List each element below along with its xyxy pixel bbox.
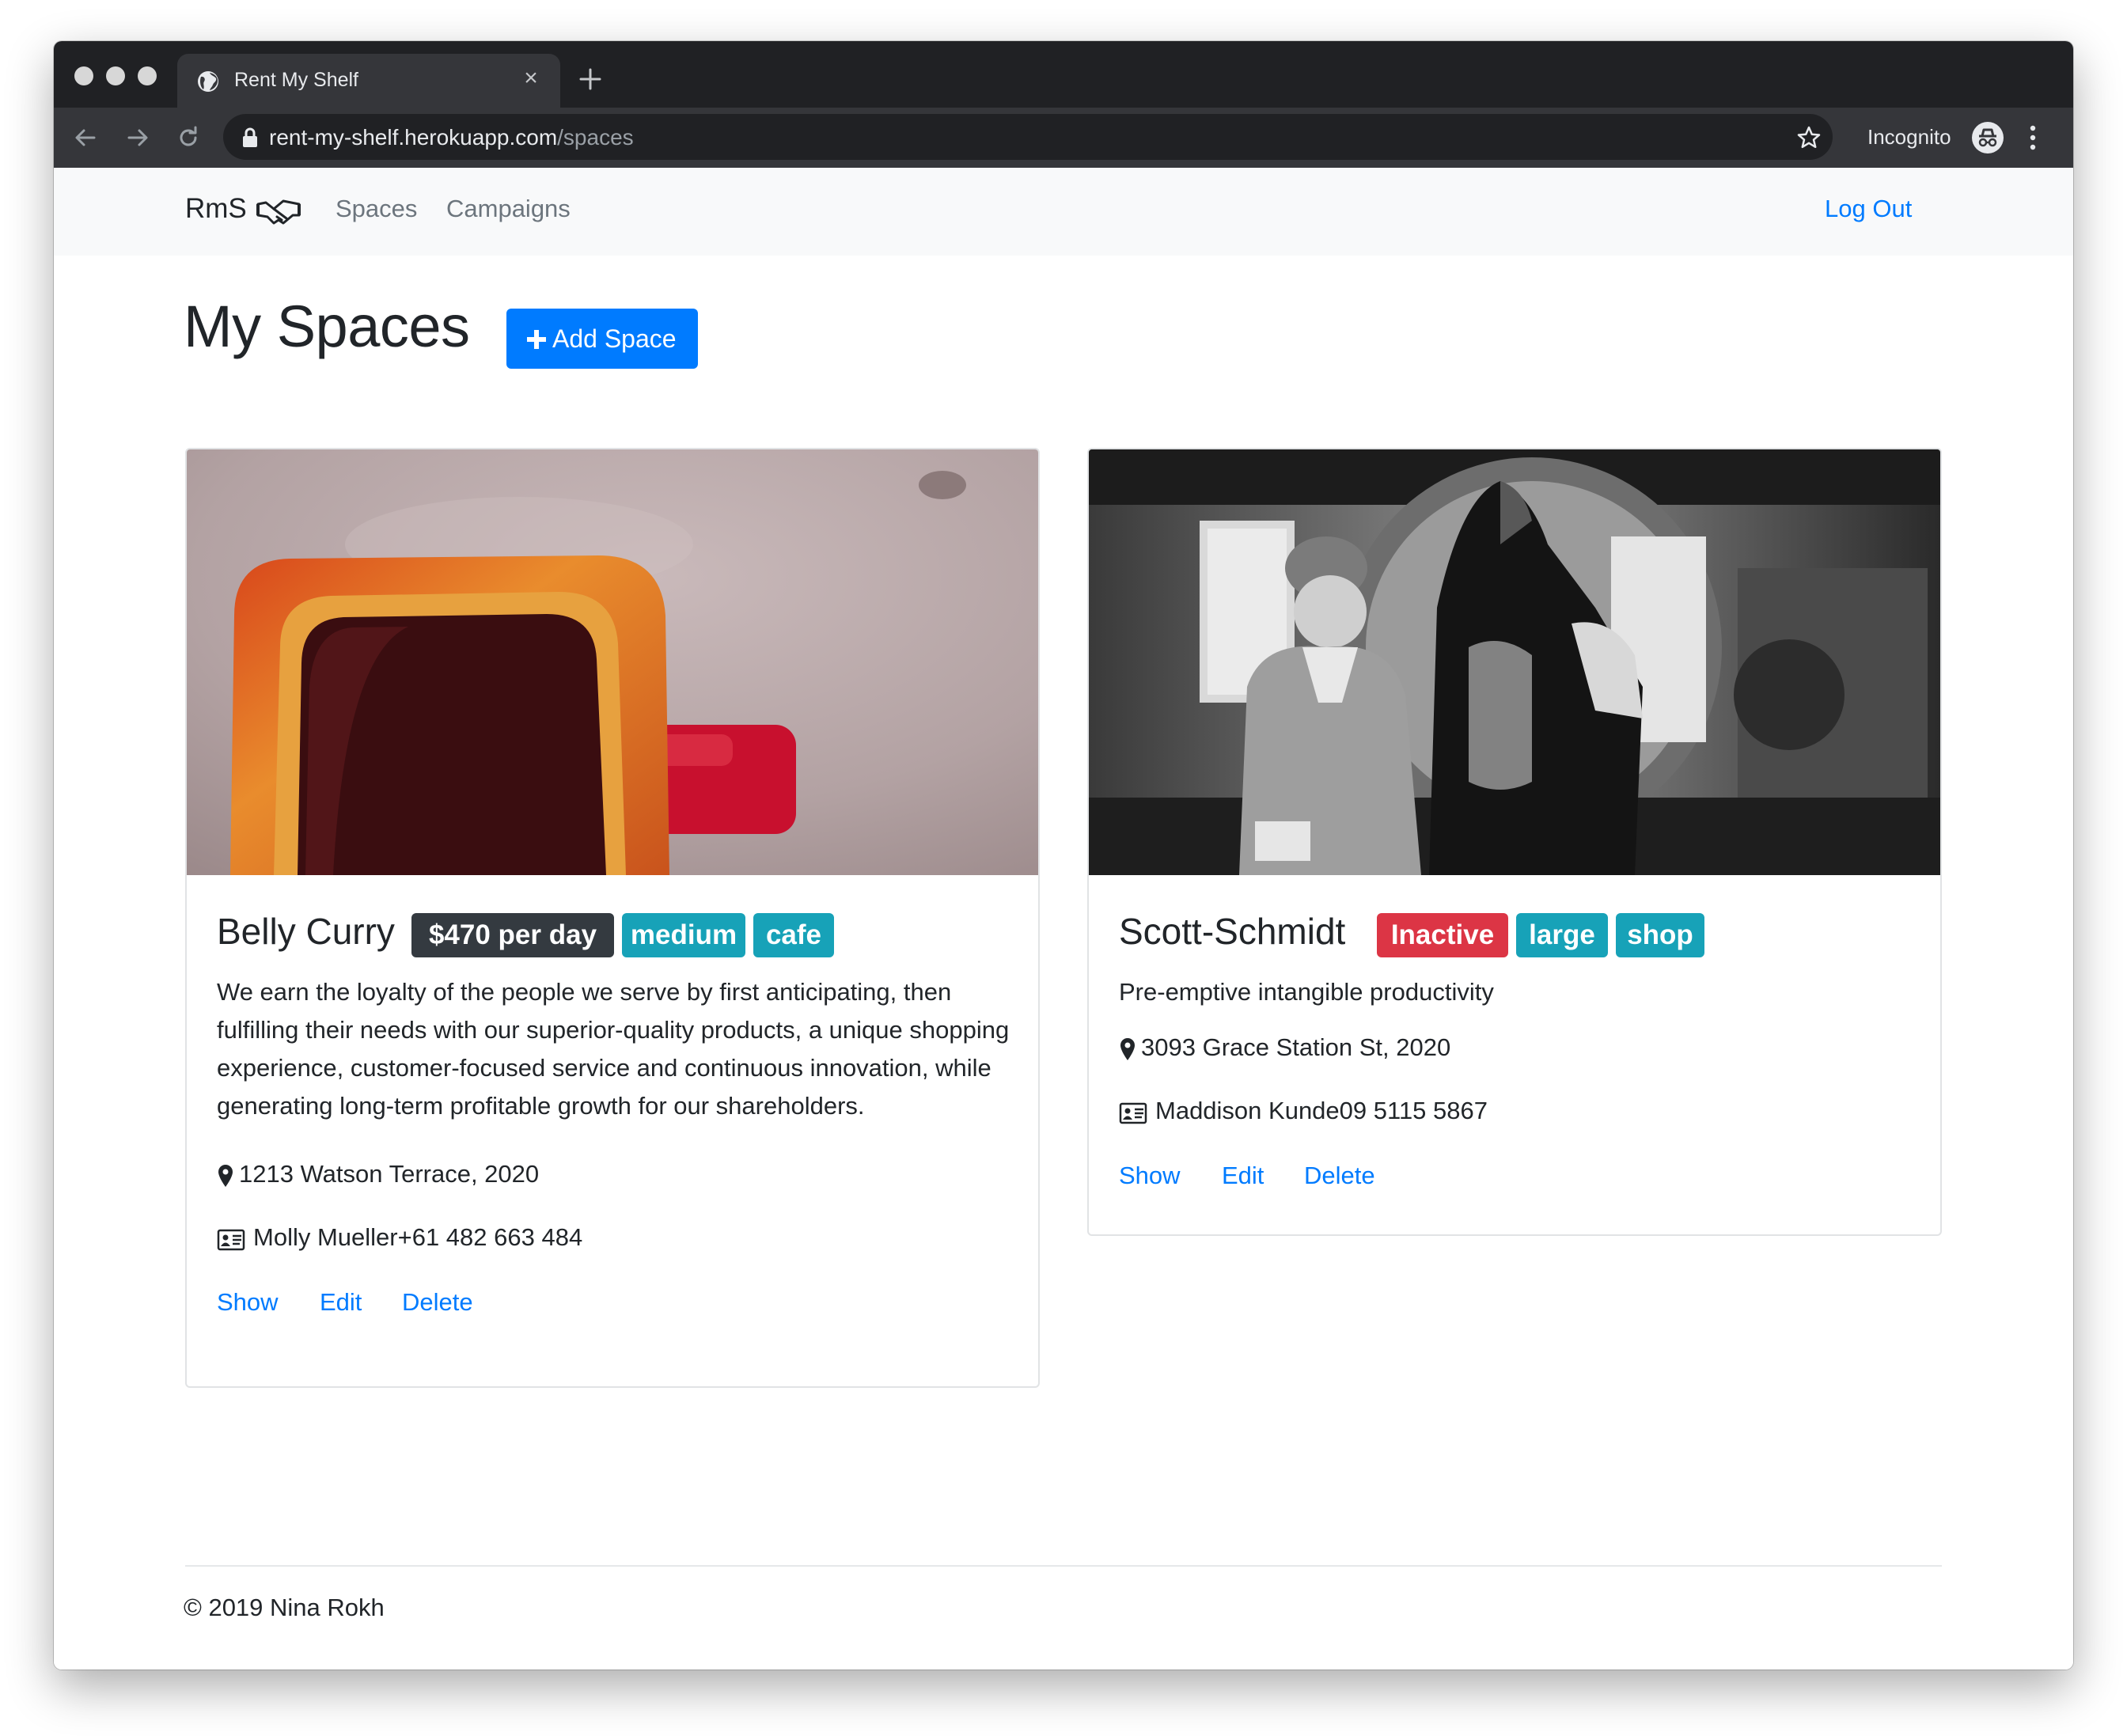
map-marker-icon	[218, 1165, 233, 1187]
space-title: Belly Curry	[217, 911, 395, 952]
window-zoom-button[interactable]	[138, 66, 157, 85]
tab-strip: Rent My Shelf ×	[54, 41, 2073, 108]
url-host: rent-my-shelf.herokuapp.com	[269, 125, 558, 150]
show-link[interactable]: Show	[217, 1288, 279, 1317]
tab-title: Rent My Shelf	[234, 69, 359, 91]
size-badge: medium	[622, 913, 745, 957]
brand-link[interactable]: RmS	[185, 193, 247, 225]
bookmark-star-icon[interactable]	[1796, 125, 1822, 150]
space-card: Belly Curry $470 per day medium cafe We …	[185, 448, 1040, 1388]
browser-toolbar: rent-my-shelf.herokuapp.com/spaces Incog…	[54, 108, 2073, 168]
space-image	[187, 449, 1038, 875]
space-card: Scott-Schmidt Inactive large shop Pre-em…	[1087, 448, 1942, 1236]
nav-link-campaigns[interactable]: Campaigns	[446, 195, 571, 223]
show-link[interactable]: Show	[1119, 1162, 1181, 1190]
new-tab-icon[interactable]	[576, 65, 605, 93]
nav-link-spaces[interactable]: Spaces	[336, 195, 417, 223]
back-icon[interactable]	[73, 125, 98, 150]
space-description: Pre-emptive intangible productivity	[1119, 978, 1494, 1006]
browser-menu-icon[interactable]	[2027, 123, 2038, 152]
site-navbar: RmS Spaces Campaigns Log Out	[54, 168, 2073, 256]
space-address: 1213 Watson Terrace, 2020	[239, 1160, 540, 1188]
space-description: We earn the loyalty of the people we ser…	[217, 978, 1010, 1120]
edit-link[interactable]: Edit	[1222, 1162, 1264, 1190]
space-image	[1089, 449, 1940, 875]
forward-icon[interactable]	[125, 125, 150, 150]
window-minimize-button[interactable]	[106, 66, 125, 85]
category-badge: shop	[1616, 913, 1704, 957]
browser-tab[interactable]: Rent My Shelf ×	[177, 54, 560, 108]
reload-icon[interactable]	[176, 125, 201, 150]
id-card-icon	[217, 1229, 245, 1251]
incognito-icon[interactable]	[1972, 122, 2004, 154]
status-badge: Inactive	[1377, 913, 1508, 957]
browser-window: Rent My Shelf × rent-my-shelf.herokuapp.…	[54, 41, 2073, 1670]
footer-copyright: © 2019 Nina Rokh	[184, 1594, 385, 1621]
handshake-icon[interactable]	[256, 196, 301, 228]
incognito-label: Incognito	[1867, 125, 1951, 149]
size-badge: large	[1516, 913, 1608, 957]
url-text: rent-my-shelf.herokuapp.com/spaces	[269, 125, 634, 150]
tab-close-icon[interactable]: ×	[519, 66, 543, 90]
delete-link[interactable]: Delete	[402, 1288, 473, 1317]
footer-divider	[185, 1565, 1942, 1567]
url-path: /spaces	[557, 125, 634, 150]
space-address: 3093 Grace Station St, 2020	[1141, 1033, 1451, 1061]
category-badge: cafe	[753, 913, 834, 957]
add-space-label: Add Space	[552, 324, 677, 353]
space-title: Scott-Schmidt	[1119, 911, 1346, 952]
plus-icon	[527, 330, 546, 349]
lock-icon	[243, 127, 257, 147]
space-contact: Maddison Kunde09 5115 5867	[1155, 1097, 1488, 1124]
id-card-icon	[1119, 1102, 1147, 1124]
globe-icon	[198, 71, 218, 92]
page-content: RmS Spaces Campaigns Log Out My Spaces A…	[54, 168, 2073, 1670]
price-badge: $470 per day	[411, 913, 614, 957]
map-marker-icon	[1120, 1038, 1135, 1060]
address-bar[interactable]: rent-my-shelf.herokuapp.com/spaces	[223, 114, 1833, 160]
edit-link[interactable]: Edit	[320, 1288, 362, 1317]
add-space-button[interactable]: Add Space	[506, 309, 698, 369]
logout-link[interactable]: Log Out	[1825, 195, 1912, 223]
delete-link[interactable]: Delete	[1304, 1162, 1375, 1190]
space-contact: Molly Mueller+61 482 663 484	[253, 1223, 583, 1251]
window-close-button[interactable]	[74, 66, 93, 85]
page-title: My Spaces	[184, 294, 470, 359]
